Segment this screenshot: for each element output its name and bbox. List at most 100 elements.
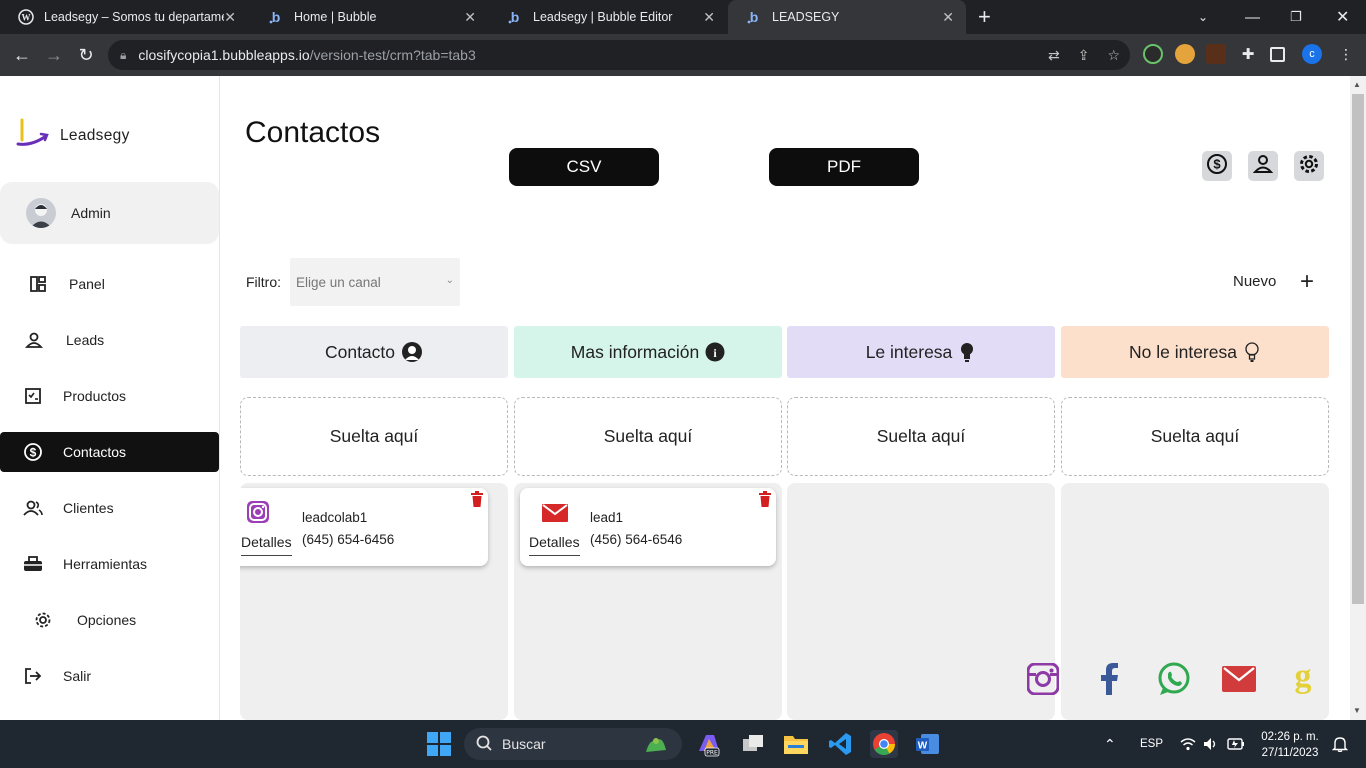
sidebar-item-opciones[interactable]: Opciones [0, 600, 219, 640]
sidebar-item-clientes[interactable]: Clientes [0, 488, 219, 528]
maximize-button[interactable]: ❐ [1290, 0, 1302, 34]
sidebar-item-salir[interactable]: Salir [0, 656, 219, 696]
close-tab-icon[interactable]: ✕ [942, 9, 954, 26]
taskbar-search[interactable]: Buscar [464, 728, 682, 760]
settings-button[interactable] [1294, 151, 1324, 181]
task-view-icon[interactable] [739, 730, 767, 758]
scroll-thumb[interactable] [1352, 94, 1364, 604]
add-contact-button[interactable]: + [1300, 268, 1314, 296]
translate-icon[interactable]: ⇄ [1048, 47, 1060, 64]
sidebar-item-label: Clientes [63, 500, 114, 516]
minimize-button[interactable]: — [1245, 0, 1260, 34]
clock-date: 27/11/2023 [1261, 747, 1319, 759]
scroll-up-icon[interactable]: ▲ [1353, 80, 1361, 89]
share-icon[interactable]: ⇪ [1078, 47, 1090, 64]
instagram-icon[interactable] [1026, 662, 1060, 696]
browser-tab-4[interactable]: b LEADSEGY ✕ [728, 0, 966, 34]
extension-2-icon[interactable] [1175, 44, 1195, 64]
side-panel-icon[interactable] [1270, 47, 1285, 62]
pdf-export-button[interactable]: PDF [769, 148, 919, 186]
forward-icon[interactable]: → [42, 43, 66, 67]
profile-button[interactable] [1248, 151, 1278, 181]
facebook-icon[interactable] [1092, 662, 1126, 696]
wifi-icon[interactable] [1180, 720, 1196, 768]
csv-export-button[interactable]: CSV [509, 148, 659, 186]
whatsapp-icon[interactable] [1157, 662, 1191, 696]
drop-zone-le-interesa[interactable]: Suelta aquí [787, 397, 1055, 476]
close-tab-icon[interactable]: ✕ [703, 9, 715, 26]
chrome-icon[interactable] [870, 730, 898, 758]
email-icon[interactable] [1222, 662, 1256, 696]
file-explorer-icon[interactable] [782, 730, 810, 758]
sidebar-item-productos[interactable]: Productos [0, 376, 219, 416]
extension-3-icon[interactable] [1206, 44, 1226, 64]
close-tab-icon[interactable]: ✕ [224, 9, 236, 26]
copilot-icon[interactable]: PRE [695, 730, 723, 758]
details-link[interactable]: Detalles [529, 534, 580, 556]
sidebar-item-label: Leads [66, 332, 105, 348]
new-contact-label[interactable]: Nuevo [1233, 273, 1276, 290]
new-tab-button[interactable]: + [978, 0, 998, 34]
address-bar[interactable]: 🔒︎ closifycopia1.bubbleapps.io/version-t… [108, 40, 1130, 70]
vscode-icon[interactable] [826, 730, 854, 758]
channel-filter-select[interactable]: Elige un canal ⌄ [290, 258, 460, 306]
person-icon [401, 341, 423, 363]
browser-tab-2[interactable]: b Home | Bubble ✕ [250, 0, 488, 34]
tab-label: Home | Bubble [294, 10, 377, 24]
sidebar-item-panel[interactable]: Panel [0, 264, 219, 304]
brand[interactable]: Leadsegy [16, 118, 130, 153]
google-icon[interactable]: g [1286, 662, 1320, 696]
lightbulb-filled-icon [958, 341, 976, 363]
sidebar-item-contactos[interactable]: $ Contactos [0, 432, 219, 472]
clock[interactable]: 02:26 p. m. 27/11/2023 [1250, 729, 1330, 761]
sidebar-item-herramientas[interactable]: Herramientas [0, 544, 219, 584]
drop-zone-contacto[interactable]: Suelta aquí [240, 397, 508, 476]
tab-search-icon[interactable]: ⌄ [1198, 0, 1208, 34]
user-name: Admin [71, 205, 111, 221]
bubble-icon: b [268, 9, 284, 25]
lane-contacto: Detalles leadcolab1 (645) 654-6456 [240, 483, 508, 720]
trash-icon[interactable] [758, 491, 772, 512]
volume-icon[interactable] [1203, 720, 1219, 768]
lane-mas-informacion: Detalles lead1 (456) 564-6546 [514, 483, 782, 720]
input-language[interactable]: ESP [1140, 720, 1163, 768]
wordpress-icon: W [18, 9, 34, 25]
svg-text:W: W [22, 13, 31, 23]
notification-bell-icon[interactable] [1332, 720, 1348, 768]
star-icon[interactable]: ☆ [1107, 47, 1120, 64]
dollar-icon: $ [23, 442, 43, 462]
close-window-button[interactable]: ✕ [1336, 0, 1349, 34]
windows-start-icon[interactable] [425, 730, 453, 758]
email-icon [542, 504, 568, 527]
profile-avatar[interactable]: c [1302, 44, 1322, 64]
extensions-puzzle-icon[interactable]: ✚ [1238, 44, 1258, 64]
page-scrollbar[interactable]: ▲ ▼ [1350, 76, 1366, 720]
user-card[interactable]: Admin [0, 182, 219, 244]
back-icon[interactable]: ← [10, 43, 34, 67]
column-title: Contacto [324, 341, 396, 362]
url-path: /version-test/crm?tab=tab3 [309, 47, 476, 63]
reload-icon[interactable]: ↻ [74, 43, 98, 67]
trash-icon[interactable] [470, 491, 484, 512]
browser-tab-1[interactable]: W Leadsegy – Somos tu departame ✕ [0, 0, 248, 34]
info-icon: i [705, 342, 725, 362]
svg-text:b: b [272, 9, 281, 25]
extension-1-icon[interactable] [1143, 44, 1163, 64]
details-link[interactable]: Detalles [241, 534, 292, 556]
billing-button[interactable]: $ [1202, 151, 1232, 181]
lead-card[interactable]: Detalles lead1 (456) 564-6546 [520, 488, 776, 566]
drop-zone-mas-informacion[interactable]: Suelta aquí [514, 397, 782, 476]
tray-overflow-icon[interactable]: ⌃ [1104, 720, 1116, 768]
menu-icon[interactable]: ⋮ [1336, 44, 1356, 64]
battery-icon[interactable] [1227, 720, 1245, 768]
column-header-no-le-interesa: No le interesa [1061, 326, 1329, 378]
drop-zone-no-le-interesa[interactable]: Suelta aquí [1061, 397, 1329, 476]
scroll-down-icon[interactable]: ▼ [1353, 706, 1361, 715]
browser-tab-3[interactable]: b Leadsegy | Bubble Editor ✕ [489, 0, 727, 34]
svg-text:$: $ [1213, 156, 1221, 171]
close-tab-icon[interactable]: ✕ [464, 9, 476, 26]
sidebar-item-leads[interactable]: Leads [0, 320, 219, 360]
users-icon [23, 498, 43, 518]
lead-card[interactable]: Detalles leadcolab1 (645) 654-6456 [240, 488, 488, 566]
word-icon[interactable]: W [914, 730, 942, 758]
